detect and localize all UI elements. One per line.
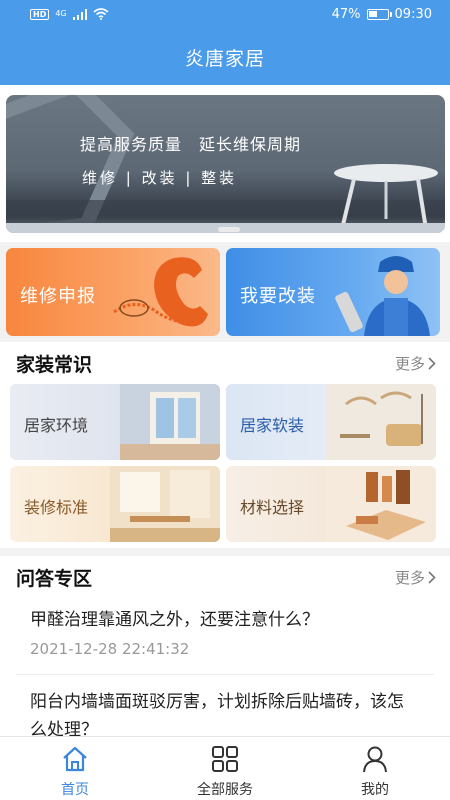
clock: 09:30 xyxy=(394,7,432,22)
more-label: 更多 xyxy=(394,569,425,587)
renovation-request-button[interactable]: 我要改装 xyxy=(226,248,440,336)
repair-report-button[interactable]: 维修申报 xyxy=(6,248,220,336)
more-label: 更多 xyxy=(394,355,425,373)
service-entry-row: 维修申报 我要改装 xyxy=(0,242,450,342)
knowledge-more-link[interactable]: 更多 xyxy=(395,353,436,374)
interior-image xyxy=(120,384,220,460)
banner-subtitle: 维修 | 改装 | 整装 xyxy=(82,169,238,187)
bottom-tab-bar: 首页 全部服务 我的 xyxy=(0,736,450,800)
worker-icon xyxy=(335,256,430,336)
tab-all-services[interactable]: 全部服务 xyxy=(150,737,300,800)
wifi-icon xyxy=(93,8,109,20)
knowledge-card-soft-furnishing[interactable]: 居家软装 xyxy=(226,384,436,460)
repair-report-label: 维修申报 xyxy=(20,286,96,307)
qa-timestamp: 2021-12-28 22:41:32 xyxy=(30,640,190,658)
tab-profile[interactable]: 我的 xyxy=(300,737,450,800)
chevron-right-icon xyxy=(428,357,436,370)
grid-icon xyxy=(212,746,238,772)
tab-label: 首页 xyxy=(61,782,89,798)
knowledge-section: 家装常识 更多 居家环境 居家软装 装修标准 材料选择 xyxy=(0,342,450,548)
renovation-request-label: 我要改装 xyxy=(240,286,316,307)
qa-header: 问答专区 更多 xyxy=(0,556,450,596)
knowledge-card-material-selection[interactable]: 材料选择 xyxy=(226,466,436,542)
network-type: 4G xyxy=(55,9,67,18)
banner-headline: 提高服务质量 延长维保周期 xyxy=(79,135,301,154)
qa-more-link[interactable]: 更多 xyxy=(395,567,436,588)
knowledge-title: 家装常识 xyxy=(16,354,93,376)
tab-home[interactable]: 首页 xyxy=(0,737,150,800)
telephone-icon xyxy=(113,257,208,327)
battery-percent: 47% xyxy=(331,7,361,22)
card-label: 居家环境 xyxy=(24,416,89,435)
card-label: 材料选择 xyxy=(240,498,305,517)
qa-title: 问答专区 xyxy=(16,568,93,590)
qa-question: 甲醛治理靠通风之外，还要注意什么？ xyxy=(30,610,319,630)
home-icon xyxy=(63,746,87,772)
qa-question: 阳台内墙墙面斑驳厉害，计划拆除后贴墙砖，该怎么处理？ xyxy=(30,692,404,736)
qa-section: 问答专区 更多 甲醛治理靠通风之外，还要注意什么？ 2021-12-28 22:… xyxy=(0,556,450,736)
banner-decoration xyxy=(6,95,445,233)
hd-badge: HD xyxy=(30,8,50,20)
materials-image xyxy=(326,466,436,542)
qa-list-item[interactable]: 阳台内墙墙面斑驳厉害，计划拆除后贴墙砖，该怎么处理？ xyxy=(0,684,450,736)
card-label: 装修标准 xyxy=(24,498,89,517)
carousel-indicator xyxy=(218,227,240,232)
chevron-right-icon xyxy=(428,571,436,584)
battery-icon xyxy=(366,9,392,20)
page-title: 炎唐家居 xyxy=(184,48,265,70)
dining-room-image xyxy=(110,466,220,542)
promo-banner[interactable]: 提高服务质量 延长维保周期 维修 | 改装 | 整装 xyxy=(6,95,445,233)
signal-icon xyxy=(72,8,87,20)
banner-area: 提高服务质量 延长维保周期 维修 | 改装 | 整装 xyxy=(0,85,450,242)
knowledge-card-home-environment[interactable]: 居家环境 xyxy=(10,384,220,460)
knowledge-card-decoration-standard[interactable]: 装修标准 xyxy=(10,466,220,542)
tab-label: 我的 xyxy=(361,782,389,798)
qa-list-item[interactable]: 甲醛治理靠通风之外，还要注意什么？ 2021-12-28 22:41:32 xyxy=(0,600,450,672)
knowledge-header: 家装常识 更多 xyxy=(0,342,450,382)
card-label: 居家软装 xyxy=(240,416,305,435)
app-header: HD 4G 47% 09:30 炎唐家居 xyxy=(0,0,450,85)
status-bar: HD 4G 47% 09:30 xyxy=(0,0,450,30)
divider xyxy=(16,674,434,675)
tab-label: 全部服务 xyxy=(197,782,253,798)
user-icon xyxy=(363,746,387,773)
furnishing-image xyxy=(326,384,436,460)
